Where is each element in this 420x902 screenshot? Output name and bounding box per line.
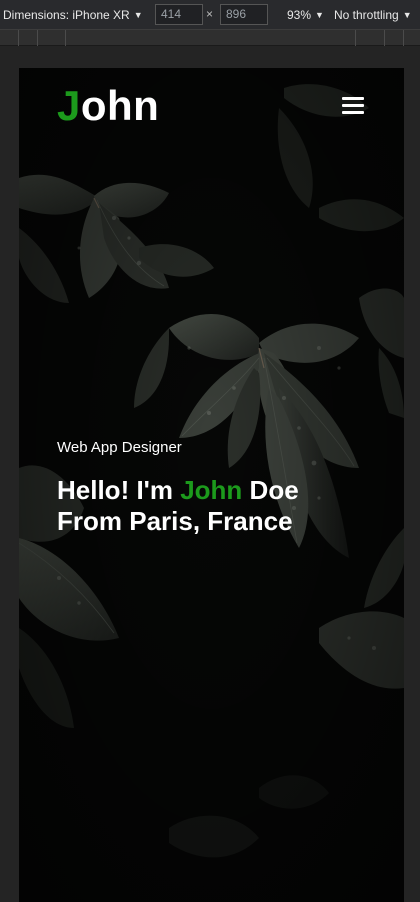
device-label: Dimensions: iPhone XR: [3, 8, 130, 22]
hamburger-menu-icon[interactable]: [342, 95, 366, 115]
headline-intro: Hello! I'm: [57, 475, 181, 505]
device-dropdown[interactable]: Dimensions: iPhone XR ▼: [3, 8, 143, 22]
hero-headline: Hello! I'm John Doe From Paris, France: [57, 475, 317, 537]
zoom-dropdown[interactable]: 93% ▼: [287, 8, 324, 22]
logo-initial: J: [57, 82, 81, 129]
site-logo[interactable]: John: [57, 82, 159, 130]
media-query-ruler[interactable]: [0, 30, 420, 46]
width-input[interactable]: 414: [155, 4, 203, 25]
zoom-label: 93%: [287, 8, 312, 22]
devtools-device-toolbar: Dimensions: iPhone XR ▼ 414 × 896 93% ▼ …: [0, 0, 420, 30]
chevron-down-icon: ▼: [133, 10, 143, 20]
height-input[interactable]: 896: [220, 4, 268, 25]
chevron-down-icon: ▼: [402, 10, 412, 20]
device-viewport: John Web App Designer Hello! I'm John Do…: [19, 68, 404, 902]
throttling-label: No throttling: [334, 8, 399, 22]
throttling-dropdown[interactable]: No throttling ▼: [334, 8, 412, 22]
hero-subtitle: Web App Designer: [57, 439, 182, 456]
chevron-down-icon: ▼: [315, 10, 324, 20]
times-icon: ×: [206, 7, 214, 21]
headline-name: John: [180, 475, 243, 505]
logo-rest: ohn: [80, 82, 160, 129]
